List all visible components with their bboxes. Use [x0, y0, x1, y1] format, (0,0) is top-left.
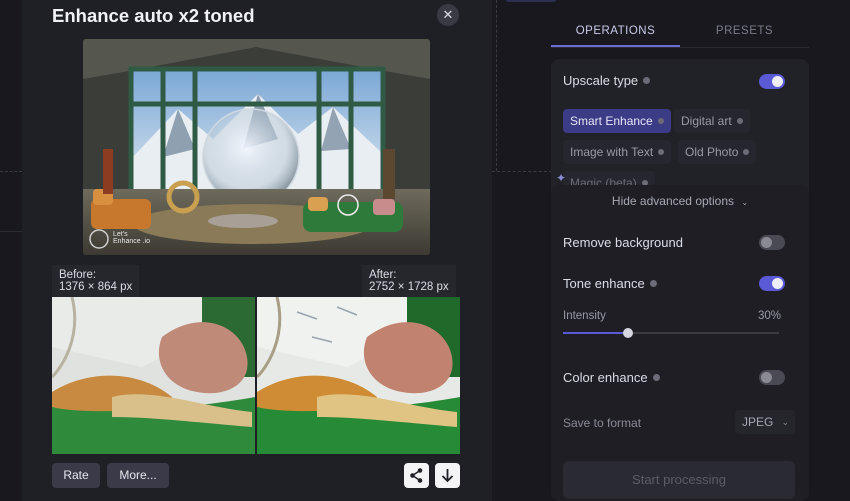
chip-label: Smart Enhance: [570, 114, 653, 128]
tab-operations[interactable]: OPERATIONS: [551, 14, 680, 47]
after-crop-illustration: [257, 297, 460, 454]
intensity-label: Intensity: [563, 310, 606, 322]
color-enhance-label: Color enhance: [563, 370, 648, 385]
tone-enhance-toggle[interactable]: [759, 276, 785, 291]
chip-digital-art[interactable]: Digital art: [674, 109, 750, 133]
tab-presets[interactable]: PRESETS: [680, 14, 809, 47]
format-select[interactable]: JPEG ⌄: [735, 410, 795, 434]
color-enhance-row: Color enhance: [563, 370, 660, 385]
share-icon[interactable]: [404, 463, 429, 488]
info-icon: [743, 149, 750, 155]
background-dashed-line: [492, 171, 552, 172]
hide-advanced-label: Hide advanced options: [611, 194, 735, 208]
remove-background-label: Remove background: [563, 235, 683, 250]
chip-label: Digital art: [681, 114, 732, 128]
format-value: JPEG: [742, 415, 774, 429]
enhance-result-modal: Enhance auto x2 toned ✕ Let's Enhance .i…: [22, 0, 492, 501]
info-icon[interactable]: [643, 77, 651, 84]
hide-advanced-options[interactable]: Hide advanced options ⌄: [551, 194, 809, 208]
upscale-type-toggle[interactable]: [759, 74, 785, 89]
result-preview-image[interactable]: Let's Enhance .io: [83, 39, 430, 255]
rate-button[interactable]: Rate: [52, 463, 100, 488]
share-icon-glyph: [410, 468, 423, 483]
chip-smart-enhance[interactable]: Smart Enhance: [563, 109, 671, 133]
toggle-knob: [772, 278, 783, 289]
upscale-type-card: Upscale type Smart Enhance Digital art I…: [551, 59, 809, 199]
download-icon-glyph: [441, 469, 454, 483]
after-crop-image[interactable]: [257, 297, 460, 454]
tone-enhance-row: Tone enhance: [563, 276, 657, 291]
upscale-type-row: Upscale type: [563, 73, 651, 88]
sparkle-icon: ✦: [556, 171, 567, 185]
more-button[interactable]: More...: [107, 463, 169, 488]
background-divider: [0, 231, 22, 232]
info-icon: [736, 118, 743, 124]
download-icon[interactable]: [435, 463, 460, 488]
save-format-label: Save to format: [563, 416, 642, 430]
after-size: 2752 × 1728 px: [369, 280, 449, 293]
tone-enhance-label: Tone enhance: [563, 276, 645, 291]
chip-magic-beta[interactable]: Magic (beta): [563, 171, 655, 185]
info-icon: [658, 149, 665, 155]
before-label-text: Before:: [59, 269, 97, 281]
color-enhance-toggle[interactable]: [759, 370, 785, 385]
chip-label: Magic (beta): [570, 176, 637, 185]
info-icon: [657, 118, 664, 124]
intensity-value: 30%: [758, 310, 782, 322]
remove-background-toggle[interactable]: [759, 235, 785, 250]
close-icon[interactable]: ✕: [437, 4, 459, 26]
after-label-text: After:: [369, 269, 397, 281]
before-size: 1376 × 864 px: [59, 280, 133, 293]
chip-old-photo[interactable]: Old Photo: [678, 140, 757, 164]
toggle-knob: [761, 372, 772, 383]
after-label: After: 2752 × 1728 px: [362, 265, 456, 297]
before-label: Before: 1376 × 864 px: [52, 265, 140, 297]
upscale-type-label: Upscale type: [563, 73, 639, 88]
before-crop-illustration: [52, 297, 255, 454]
remove-background-row: Remove background: [563, 235, 683, 250]
info-icon[interactable]: [652, 374, 660, 381]
watermark: Let's Enhance .io: [113, 231, 150, 245]
background-dashed-line: [496, 0, 497, 171]
chip-label: Old Photo: [685, 145, 739, 159]
toggle-knob: [772, 76, 783, 87]
intensity-slider[interactable]: [563, 328, 779, 338]
start-processing-button[interactable]: Start processing: [563, 461, 795, 499]
modal-title: Enhance auto x2 toned: [52, 5, 255, 26]
slider-handle[interactable]: [622, 328, 633, 338]
save-format-row: Save to format: [563, 416, 641, 430]
chevron-down-icon: ⌄: [741, 198, 749, 207]
chevron-down-icon: ⌄: [781, 417, 789, 427]
background-dashed-line: [0, 171, 22, 172]
toggle-knob: [761, 237, 772, 248]
advanced-options-card: [551, 185, 809, 501]
info-icon[interactable]: [649, 280, 657, 287]
background-top-button: [505, 0, 557, 2]
operations-panel: OPERATIONS PRESETS Upscale type Smart En…: [551, 14, 809, 501]
panel-tabs: OPERATIONS PRESETS: [551, 14, 809, 48]
chip-label: Image with Text: [570, 145, 654, 159]
slider-fill: [563, 332, 628, 334]
room-illustration: [83, 39, 430, 255]
chip-image-with-text[interactable]: Image with Text: [563, 140, 672, 164]
before-crop-image[interactable]: [52, 297, 255, 454]
